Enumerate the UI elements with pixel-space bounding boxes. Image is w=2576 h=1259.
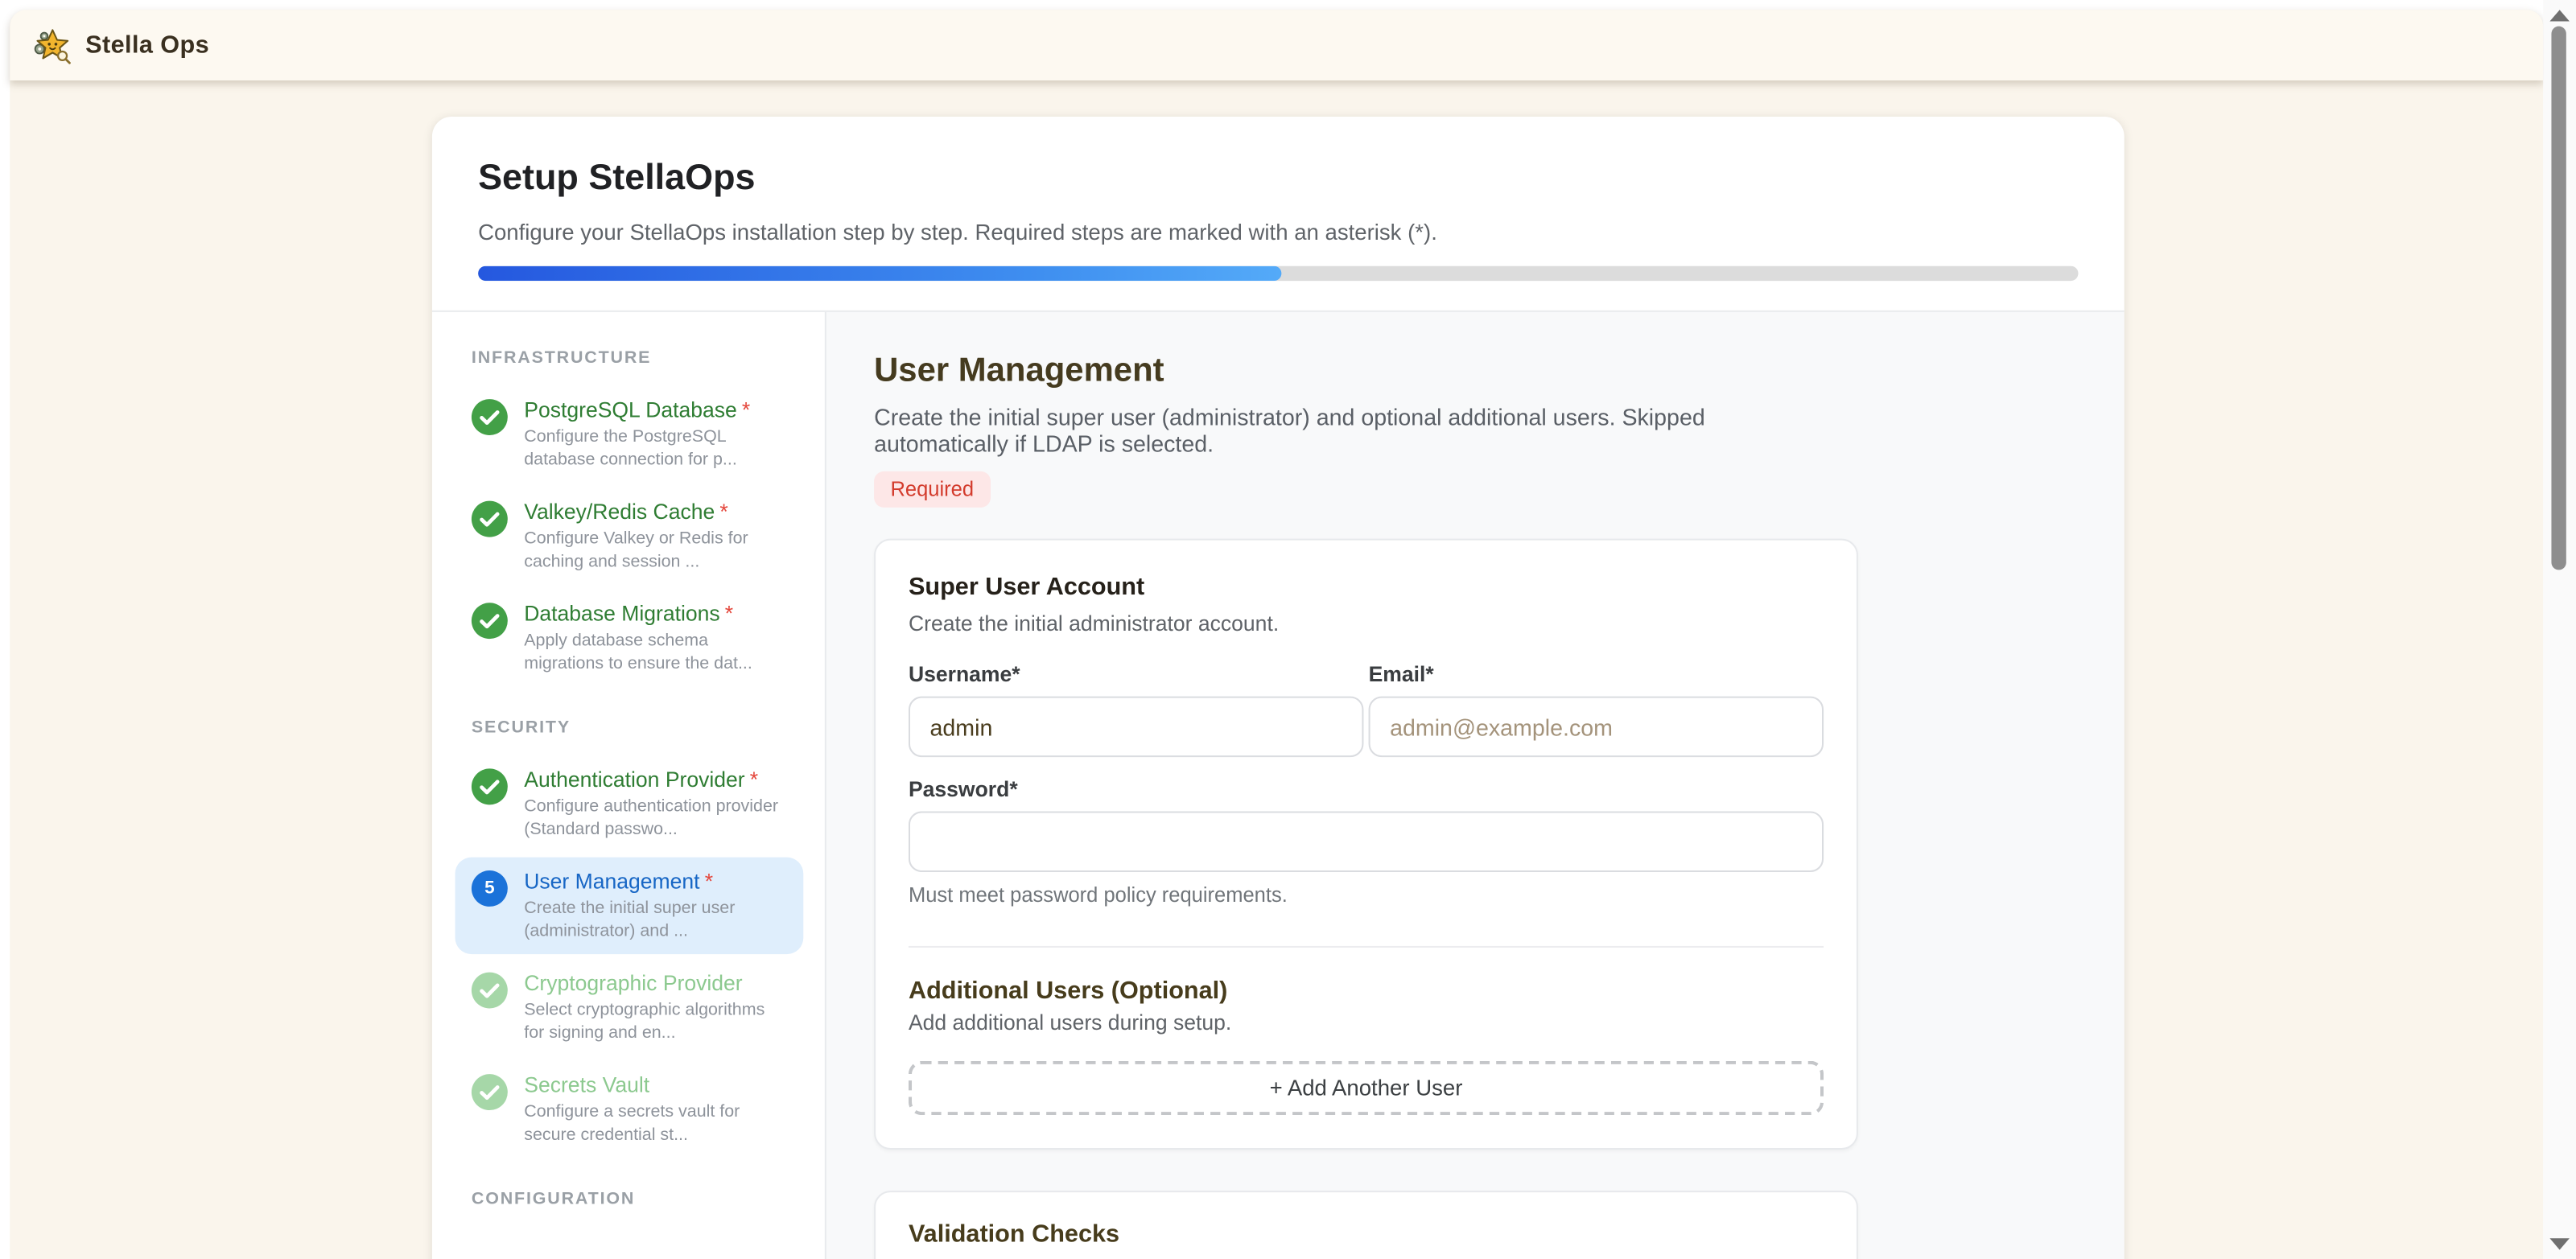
page-subtitle: Configure your StellaOps installation st… [478, 220, 2078, 245]
required-asterisk: * [719, 500, 727, 525]
card-subtitle: Create the initial administrator account… [909, 611, 1824, 636]
scroll-up-arrow-icon[interactable] [2549, 10, 2569, 21]
section-label-infrastructure: INFRASTRUCTURE [472, 348, 803, 368]
email-field[interactable] [1369, 697, 1824, 758]
step-title: Valkey/Redis Cache* [524, 500, 798, 526]
sidebar-item-database-migrations[interactable]: Database Migrations* Apply database sche… [455, 590, 803, 686]
check-circle-icon [472, 1074, 508, 1110]
step-title: PostgreSQL Database* [524, 397, 798, 424]
validation-title: Validation Checks [909, 1220, 1824, 1249]
step-number-badge: 5 [472, 870, 508, 907]
check-circle-icon [472, 399, 508, 435]
password-label: Password* [909, 777, 1824, 802]
step-description-text: Create the initial super user (administr… [874, 405, 1827, 456]
additional-users-title: Additional Users (Optional) [909, 977, 1824, 1006]
stellaops-logo-icon [33, 26, 72, 65]
app-viewport: Stella Ops Setup StellaOps Configure you… [0, 0, 2576, 1259]
password-block: Password* Must meet password policy requ… [909, 777, 1824, 907]
setup-wizard-card: Setup StellaOps Configure your StellaOps… [432, 117, 2125, 1259]
step-description: Create the initial super user (administr… [524, 899, 798, 943]
step-content: User Management Create the initial super… [826, 312, 2125, 1259]
wizard-header: Setup StellaOps Configure your StellaOps… [432, 117, 2125, 312]
step-description: Apply database schema migrations to ensu… [524, 631, 798, 675]
step-title: Authentication Provider* [524, 767, 798, 793]
username-label: Username* [909, 662, 1363, 687]
scrollbar-thumb[interactable] [2551, 27, 2566, 570]
sidebar-item-secrets-vault[interactable]: Secrets Vault Configure a secrets vault … [455, 1061, 803, 1158]
check-circle-icon [472, 768, 508, 804]
required-asterisk: * [742, 397, 750, 422]
step-heading: User Management [874, 352, 2125, 391]
step-description: Configure authentication provider (Stand… [524, 796, 798, 841]
sidebar-item-user-management[interactable]: 5 User Management* Create the initial su… [455, 858, 803, 954]
check-circle-icon [472, 973, 508, 1009]
additional-users-subtitle: Add additional users during setup. [909, 1010, 1824, 1035]
section-label-configuration: CONFIGURATION [472, 1189, 803, 1208]
sidebar-item-valkey-redis-cache[interactable]: Valkey/Redis Cache* Configure Valkey or … [455, 488, 803, 584]
step-title: Cryptographic Provider [524, 971, 798, 998]
sidebar-item-cryptographic-provider[interactable]: Cryptographic Provider Select cryptograp… [455, 959, 803, 1055]
card-title: Super User Account [909, 573, 1824, 601]
required-badge: Required [874, 471, 990, 508]
step-description: Configure a secrets vault for secure cre… [524, 1102, 798, 1146]
vertical-scrollbar[interactable] [2543, 0, 2576, 1259]
sidebar-item-postgresql-database[interactable]: PostgreSQL Database* Configure the Postg… [455, 386, 803, 483]
step-title: Secrets Vault [524, 1072, 798, 1099]
card-divider [909, 946, 1824, 948]
required-asterisk: * [725, 601, 733, 626]
sidebar-item-authentication-provider[interactable]: Authentication Provider* Configure authe… [455, 755, 803, 852]
step-title: User Management* [524, 869, 798, 895]
add-another-user-button[interactable]: + Add Another User [909, 1061, 1824, 1115]
brand[interactable]: Stella Ops [33, 26, 209, 65]
validation-checks-card: Validation Checks exists Check passed [874, 1191, 1858, 1259]
section-label-security: SECURITY [472, 718, 803, 737]
step-title: Database Migrations* [524, 601, 798, 627]
password-helper-text: Must meet password policy requirements. [909, 883, 1824, 907]
email-label: Email* [1369, 662, 1824, 687]
username-email-row: Username* Email* [909, 662, 1824, 757]
brand-name: Stella Ops [85, 31, 209, 60]
app-shell: Stella Ops Setup StellaOps Configure you… [10, 10, 2543, 1259]
step-description: Select cryptographic algorithms for sign… [524, 1000, 798, 1044]
top-bar: Stella Ops [10, 10, 2543, 80]
progress-fill [478, 266, 1281, 281]
step-description: Configure the PostgreSQL database connec… [524, 427, 798, 471]
password-field[interactable] [909, 812, 1824, 873]
username-field[interactable] [909, 697, 1363, 758]
check-circle-icon [472, 603, 508, 639]
super-user-account-card: Super User Account Create the initial ad… [874, 539, 1858, 1150]
check-circle-icon [472, 501, 508, 537]
setup-progress-bar [478, 266, 2078, 281]
steps-sidebar: INFRASTRUCTURE PostgreSQL Database* Conf… [432, 312, 826, 1259]
required-asterisk: * [705, 869, 713, 894]
scroll-down-arrow-icon[interactable] [2549, 1238, 2569, 1249]
required-asterisk: * [750, 767, 758, 792]
page-title: Setup StellaOps [478, 156, 2078, 199]
wizard-body: INFRASTRUCTURE PostgreSQL Database* Conf… [432, 312, 2125, 1259]
step-description: Configure Valkey or Redis for caching an… [524, 529, 798, 573]
step-number: 5 [484, 878, 495, 898]
